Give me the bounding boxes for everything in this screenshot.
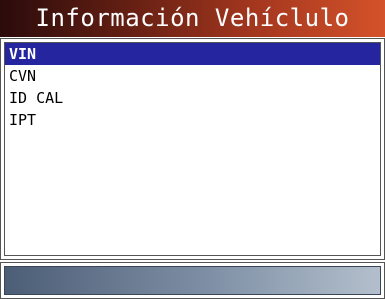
status-panel	[0, 262, 385, 299]
menu-item-ipt[interactable]: IPT	[5, 109, 380, 131]
menu-panel: VIN CVN ID CAL IPT	[0, 38, 385, 260]
screen-title: Información Vehíclulo	[35, 4, 350, 32]
menu-item-id-cal[interactable]: ID CAL	[5, 87, 380, 109]
menu-item-vin[interactable]: VIN	[5, 43, 380, 65]
menu-list: VIN CVN ID CAL IPT	[4, 42, 381, 256]
title-bar: Información Vehíclulo	[0, 0, 385, 37]
status-bar	[4, 266, 381, 295]
menu-item-cvn[interactable]: CVN	[5, 65, 380, 87]
